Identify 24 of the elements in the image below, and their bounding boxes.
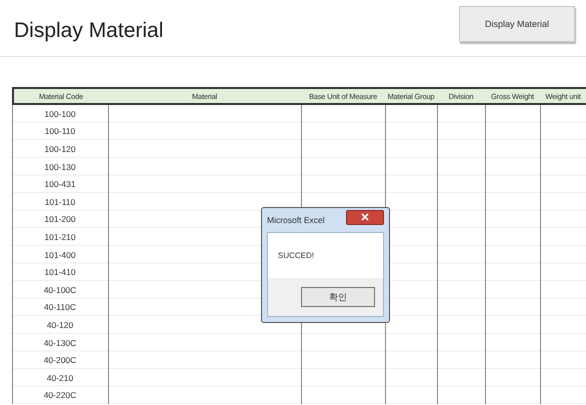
table-cell-text: 100-431	[43, 178, 77, 192]
table-cell-text: 40-120	[46, 318, 74, 332]
table-cell-text: 100-130	[43, 160, 77, 174]
table-cell-text: 40-210	[46, 372, 74, 385]
table-cell-text: 100-100	[43, 108, 77, 121]
table-cell-text: 101-210	[43, 230, 77, 244]
table-cell-text: 101-410	[43, 266, 77, 280]
table-cell-text: 101-400	[43, 248, 77, 262]
dialog-message: SUCCED!	[278, 251, 314, 260]
table-cell-text: 40-130C	[42, 336, 78, 350]
dialog-title: Microsoft Excel	[267, 215, 325, 225]
table-cell-text: 40-110C	[43, 301, 77, 314]
table-cell-text: 101-200	[43, 213, 77, 226]
table-cell-text: 40-220C	[42, 389, 78, 402]
table-cell-text: 100-120	[43, 142, 77, 156]
table-cell-text: 40-200C	[42, 354, 78, 368]
ok-button[interactable]: 확인	[301, 287, 375, 307]
table-cell-text: 100-110	[44, 125, 76, 138]
table-cell-text: 101-110	[44, 196, 76, 209]
table-cell-text: 40-100C	[42, 284, 78, 297]
close-button[interactable]	[346, 210, 384, 224]
sheet-title: Display Material	[14, 19, 164, 43]
display-material-button[interactable]: Display Material	[459, 6, 575, 42]
close-icon	[361, 213, 369, 221]
